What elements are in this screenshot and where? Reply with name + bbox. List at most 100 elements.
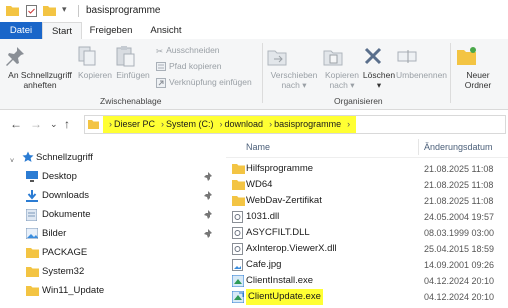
recent-locations-icon[interactable]: ⌄ xyxy=(50,119,58,130)
new-folder-icon[interactable] xyxy=(43,5,56,16)
navigation-pane: ˅ Schnellzugriff Desktop Downloads Dokum… xyxy=(0,145,218,308)
pin-icon xyxy=(204,191,212,200)
move-to-icon xyxy=(266,45,322,67)
paste-icon xyxy=(114,45,152,67)
file-date: 04.12.2024 20:10 xyxy=(424,276,495,286)
column-header: Name Änderungsdatum xyxy=(226,137,508,158)
file-name: ClientUpdate.exe xyxy=(246,289,323,305)
folder-icon xyxy=(26,266,39,277)
tab-freigeben[interactable]: Freigeben xyxy=(84,22,138,39)
dll-icon xyxy=(232,227,243,239)
tab-start[interactable]: Start xyxy=(42,22,82,40)
forward-arrow-icon[interactable]: → xyxy=(30,117,42,131)
exe-icon xyxy=(232,275,244,287)
address-bar[interactable]: › Dieser PC › System (C:) › download › basispro… xyxy=(84,115,506,134)
file-row[interactable]: ASYCFILT.DLL 08.03.1999 03:00 xyxy=(226,225,508,241)
pin-icon xyxy=(4,45,76,67)
back-arrow-icon[interactable]: ← xyxy=(10,117,22,131)
file-date: 21.08.2025 11:08 xyxy=(424,196,494,206)
nav-item-label: Win11_Update xyxy=(42,285,105,296)
paste-button[interactable]: Einfügen xyxy=(114,45,152,80)
move-to-button[interactable]: Verschieben nach ▾ xyxy=(266,45,322,90)
nav-item-label: Desktop xyxy=(42,171,77,182)
star-icon xyxy=(22,151,34,163)
ribbon-tabs: Datei Start Freigeben Ansicht xyxy=(0,22,508,40)
nav-item-label: PACKAGE xyxy=(42,247,88,258)
exe-update-icon xyxy=(232,291,244,303)
crumb-basisprogramme[interactable]: basisprogramme xyxy=(274,119,341,129)
nav-quick-access-label: Schnellzugriff xyxy=(36,152,93,163)
new-folder-button[interactable]: Neuer Ordner xyxy=(456,45,500,90)
new-folder-label-1: Neuer xyxy=(466,70,490,80)
copy-to-label-2: nach ▾ xyxy=(329,80,355,90)
file-row[interactable]: ClientInstall.exe 04.12.2024 20:10 xyxy=(226,273,508,289)
file-date: 21.08.2025 11:08 xyxy=(424,180,494,190)
crumb-download[interactable]: download xyxy=(225,119,264,129)
tab-ansicht[interactable]: Ansicht xyxy=(142,22,190,39)
paste-shortcut-button[interactable]: Verknüpfung einfügen xyxy=(156,76,252,88)
copy-to-button[interactable]: Kopieren nach ▾ xyxy=(322,45,362,90)
file-row[interactable]: WebDav-Zertifikat 21.08.2025 11:08 xyxy=(226,193,508,209)
file-row[interactable]: Cafe.jpg 14.09.2001 09:26 xyxy=(226,257,508,273)
ribbon: An Schnellzugriff anheften Kopieren Einf… xyxy=(0,39,508,110)
copy-icon xyxy=(76,45,114,67)
tab-datei[interactable]: Datei xyxy=(0,22,42,39)
navigation-row: ← → ⌄ ↑ › Dieser PC › System (C:) › download ›… xyxy=(0,110,508,137)
pin-icon xyxy=(204,210,212,219)
pin-icon xyxy=(204,172,212,181)
qat-dropdown-icon[interactable]: ▾ xyxy=(62,4,67,15)
folder-icon xyxy=(232,163,245,174)
download-icon xyxy=(26,190,38,202)
title-bar: ▾ basisprogramme xyxy=(0,0,508,22)
properties-icon[interactable] xyxy=(26,5,37,17)
crumb-dieser-pc[interactable]: Dieser PC xyxy=(114,119,155,129)
file-row[interactable]: 1031.dll 24.05.2004 19:57 xyxy=(226,209,508,225)
copy-path-label: Pfad kopieren xyxy=(169,61,222,71)
organize-group-label: Organisieren xyxy=(334,96,383,106)
cut-label: Ausschneiden xyxy=(166,45,220,55)
pin-label-2: anheften xyxy=(23,80,57,90)
move-to-label-1: Verschieben xyxy=(270,70,318,80)
file-row[interactable]: WD64 21.08.2025 11:08 xyxy=(226,177,508,193)
folder-icon xyxy=(232,195,245,206)
clipboard-group-label: Zwischenablage xyxy=(100,96,162,106)
chevron-right-icon: › xyxy=(161,119,165,129)
paste-label: Einfügen xyxy=(116,70,150,80)
pin-label-1: An Schnellzugriff xyxy=(8,70,72,80)
chevron-down-icon[interactable]: ˅ xyxy=(10,153,14,170)
rename-button[interactable]: Umbenennen xyxy=(396,45,447,80)
file-name: WebDav-Zertifikat xyxy=(246,195,322,206)
folder-icon xyxy=(26,247,39,258)
delete-label: Löschen xyxy=(362,70,396,80)
column-date-header[interactable]: Änderungsdatum xyxy=(424,142,493,152)
ribbon-group-divider-2 xyxy=(450,43,451,103)
dll-icon xyxy=(232,243,243,255)
column-divider[interactable] xyxy=(418,139,419,155)
ribbon-group-divider xyxy=(262,43,263,103)
cut-button[interactable]: ✂ Ausschneiden xyxy=(156,44,220,56)
documents-icon xyxy=(26,209,37,221)
up-arrow-icon[interactable]: ↑ xyxy=(64,117,70,131)
folder-icon xyxy=(6,5,19,16)
copy-button[interactable]: Kopieren xyxy=(76,45,114,80)
file-date: 14.09.2001 09:26 xyxy=(424,260,495,270)
copy-label: Kopieren xyxy=(77,70,113,80)
chevron-right-icon: › xyxy=(219,119,223,129)
crumb-system-c[interactable]: System (C:) xyxy=(166,119,214,129)
nav-item-label: System32 xyxy=(42,266,85,277)
file-name: AxInterop.ViewerX.dll xyxy=(246,243,337,254)
file-name: WD64 xyxy=(246,179,273,190)
folder-icon xyxy=(232,179,245,190)
file-row[interactable]: Hilfsprogramme 21.08.2025 11:08 xyxy=(226,161,508,177)
column-name-header[interactable]: Name xyxy=(246,142,270,152)
delete-button[interactable]: Löschen ▾ xyxy=(362,45,396,90)
file-row[interactable]: ClientUpdate.exe 04.12.2024 20:10 xyxy=(226,289,508,305)
file-date: 24.05.2004 19:57 xyxy=(424,212,495,222)
copy-path-button[interactable]: Pfad kopieren xyxy=(156,60,221,72)
copy-to-icon xyxy=(322,45,362,67)
pin-quick-access-button[interactable]: An Schnellzugriff anheften xyxy=(4,45,76,90)
file-row[interactable]: AxInterop.ViewerX.dll 25.04.2015 18:59 xyxy=(226,241,508,257)
file-name: 1031.dll xyxy=(246,211,280,222)
nav-item-label: Downloads xyxy=(42,190,89,201)
delete-dropdown-icon[interactable]: ▾ xyxy=(362,80,396,90)
